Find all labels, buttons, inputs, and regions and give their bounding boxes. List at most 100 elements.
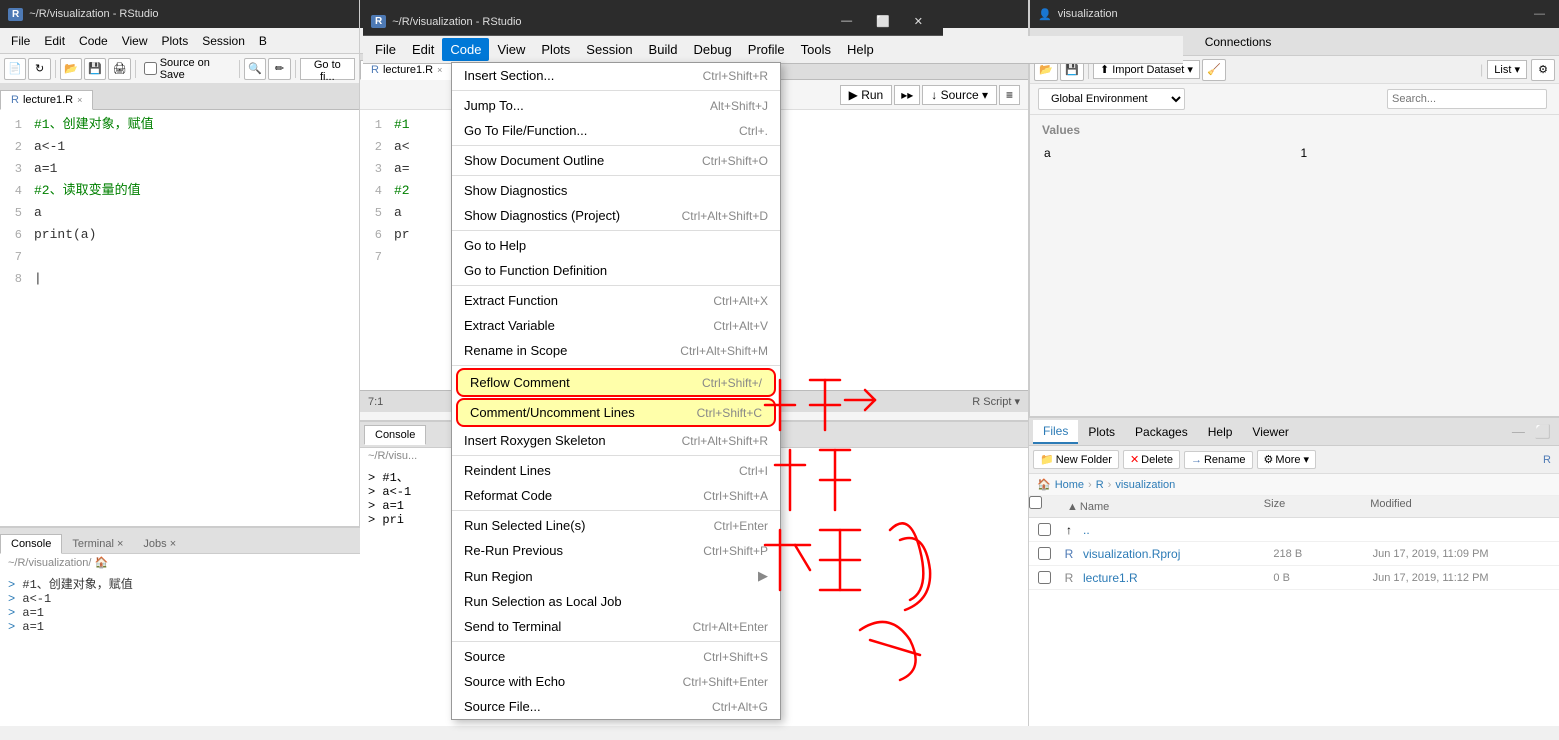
- env-selector-bar: Global Environment: [1030, 84, 1559, 115]
- menu-source-file[interactable]: Source File... Ctrl+Alt+G: [452, 694, 780, 719]
- menu-source-echo[interactable]: Source with Echo Ctrl+Shift+Enter: [452, 669, 780, 694]
- breadcrumb-home[interactable]: Home: [1055, 479, 1084, 491]
- list-btn[interactable]: List ▾: [1487, 60, 1527, 79]
- menu-plots[interactable]: Plots: [155, 31, 196, 51]
- checkbox-lecture1[interactable]: [1038, 571, 1051, 584]
- console-body[interactable]: > #1、创建对象，赋值 > a<-1 > a=1 > a=1: [0, 571, 360, 638]
- tab-close-btn[interactable]: ×: [77, 95, 82, 105]
- new-file-btn[interactable]: 📄: [4, 58, 26, 80]
- more-files-btn[interactable]: ⚙ More ▾: [1257, 450, 1317, 469]
- overlay-menu-help[interactable]: Help: [839, 38, 882, 61]
- overlay-close-btn[interactable]: ✕: [902, 15, 935, 28]
- menu-run-selected[interactable]: Run Selected Line(s) Ctrl+Enter: [452, 513, 780, 538]
- overlay-max-btn[interactable]: ⬜: [864, 15, 902, 28]
- tab-help[interactable]: Help: [1198, 421, 1243, 443]
- menu-send-terminal[interactable]: Send to Terminal Ctrl+Alt+Enter: [452, 614, 780, 639]
- menu-file[interactable]: File: [4, 31, 37, 51]
- menu-reformat-code[interactable]: Reformat Code Ctrl+Shift+A: [452, 483, 780, 508]
- run-arrow-btn[interactable]: ▸▸: [894, 85, 920, 105]
- refresh-btn[interactable]: ↻: [28, 58, 50, 80]
- goto-btn[interactable]: Go to fi...: [300, 58, 355, 80]
- print-btn[interactable]: 🖨: [108, 58, 130, 80]
- menu-show-diagnostics[interactable]: Show Diagnostics: [452, 178, 780, 203]
- menu-extract-function[interactable]: Extract Function Ctrl+Alt+X: [452, 288, 780, 313]
- tab-console[interactable]: Console: [0, 534, 62, 554]
- col-header-modified[interactable]: Modified: [1362, 496, 1559, 517]
- menu-insert-roxygen[interactable]: Insert Roxygen Skeleton Ctrl+Alt+Shift+R: [452, 428, 780, 453]
- breadcrumb-visualization[interactable]: visualization: [1115, 479, 1175, 491]
- menu-goto-file[interactable]: Go To File/Function... Ctrl+.: [452, 118, 780, 143]
- menu-rerun-previous[interactable]: Re-Run Previous Ctrl+Shift+P: [452, 538, 780, 563]
- overlay-menu-debug[interactable]: Debug: [685, 38, 739, 61]
- menu-show-outline[interactable]: Show Document Outline Ctrl+Shift+O: [452, 148, 780, 173]
- tab-connections[interactable]: Connections: [1191, 31, 1286, 53]
- files-collapse-btn[interactable]: —: [1506, 424, 1531, 439]
- tab-plots[interactable]: Plots: [1078, 421, 1125, 443]
- breadcrumb-r[interactable]: R: [1096, 479, 1104, 491]
- checkbox-parent[interactable]: [1038, 523, 1051, 536]
- menu-run-local-job[interactable]: Run Selection as Local Job: [452, 589, 780, 614]
- rproj-link[interactable]: visualization.Rproj: [1083, 547, 1180, 561]
- files-expand-btn[interactable]: ⬜: [1531, 424, 1555, 440]
- overlay-menu-file[interactable]: File: [367, 38, 404, 61]
- menu-edit[interactable]: Edit: [37, 31, 72, 51]
- menu-source[interactable]: Source Ctrl+Shift+S: [452, 644, 780, 669]
- tab-packages[interactable]: Packages: [1125, 421, 1198, 443]
- source-btn[interactable]: ↓ Source ▾: [922, 85, 997, 105]
- menu-rename-scope[interactable]: Rename in Scope Ctrl+Alt+Shift+M: [452, 338, 780, 363]
- checkbox-rproj[interactable]: [1038, 547, 1051, 560]
- tab-console-mid[interactable]: Console: [364, 425, 426, 445]
- clear-env-btn[interactable]: 🧹: [1202, 59, 1226, 81]
- overlay-menu-plots[interactable]: Plots: [533, 38, 578, 61]
- overlay-menu-code[interactable]: Code: [442, 38, 489, 61]
- menu-b[interactable]: B: [252, 31, 274, 51]
- menu-goto-funcdef[interactable]: Go to Function Definition: [452, 258, 780, 283]
- middle-tab-close[interactable]: ×: [437, 65, 442, 75]
- save-btn[interactable]: 💾: [84, 58, 106, 80]
- run-btn[interactable]: ▶ Run: [840, 85, 893, 105]
- overlay-menu-build[interactable]: Build: [641, 38, 686, 61]
- right-options-btn[interactable]: ⚙: [1531, 59, 1555, 81]
- menu-extract-variable[interactable]: Extract Variable Ctrl+Alt+V: [452, 313, 780, 338]
- tab-terminal[interactable]: Terminal ×: [62, 535, 133, 553]
- tab-files[interactable]: Files: [1033, 420, 1078, 444]
- open-btn[interactable]: 📂: [60, 58, 82, 80]
- search-btn[interactable]: 🔍: [244, 58, 266, 80]
- menu-goto-help[interactable]: Go to Help: [452, 233, 780, 258]
- menu-reindent[interactable]: Reindent Lines Ctrl+I: [452, 458, 780, 483]
- line-content-8[interactable]: |: [30, 268, 359, 290]
- tab-lecture1[interactable]: R lecture1.R ×: [0, 90, 93, 110]
- col-header-size[interactable]: Size: [1256, 496, 1362, 517]
- menu-code[interactable]: Code: [72, 31, 115, 51]
- new-folder-btn[interactable]: 📁 New Folder: [1033, 450, 1119, 469]
- menu-view[interactable]: View: [115, 31, 155, 51]
- tab-jobs[interactable]: Jobs ×: [133, 535, 186, 553]
- parent-dir-link[interactable]: ..: [1083, 523, 1090, 537]
- menu-insert-section[interactable]: Insert Section... Ctrl+Shift+R: [452, 63, 780, 88]
- select-all-checkbox[interactable]: [1029, 496, 1042, 509]
- overlay-menu-tools[interactable]: Tools: [793, 38, 839, 61]
- overlay-menu-profile[interactable]: Profile: [740, 38, 793, 61]
- overlay-menu-edit[interactable]: Edit: [404, 38, 442, 61]
- env-dropdown[interactable]: Global Environment: [1038, 88, 1185, 110]
- menu-reflow-comment[interactable]: Reflow Comment Ctrl+Shift+/: [456, 368, 776, 397]
- env-search-input[interactable]: [1387, 89, 1547, 109]
- menu-session[interactable]: Session: [195, 31, 252, 51]
- overlay-min-btn[interactable]: —: [829, 15, 864, 28]
- delete-btn[interactable]: ✕ Delete: [1123, 450, 1180, 469]
- tab-viewer[interactable]: Viewer: [1242, 421, 1298, 443]
- source-on-save-checkbox[interactable]: [144, 62, 157, 75]
- menu-run-region[interactable]: Run Region ▶: [452, 563, 780, 589]
- menu-jump-to[interactable]: Jump To... Alt+Shift+J: [452, 93, 780, 118]
- overlay-menu-view[interactable]: View: [489, 38, 533, 61]
- more-btn[interactable]: ≡: [999, 85, 1020, 105]
- rename-btn[interactable]: → Rename: [1184, 451, 1253, 469]
- source-shortcut: Ctrl+Shift+S: [703, 650, 768, 664]
- edit-btn[interactable]: ✏: [268, 58, 290, 80]
- right-collapse-btn[interactable]: —: [1528, 8, 1551, 20]
- menu-comment-uncomment[interactable]: Comment/Uncomment Lines Ctrl+Shift+C: [456, 398, 776, 427]
- menu-show-diag-project[interactable]: Show Diagnostics (Project) Ctrl+Alt+Shif…: [452, 203, 780, 228]
- lecture1-link[interactable]: lecture1.R: [1083, 571, 1138, 585]
- overlay-menu-session[interactable]: Session: [578, 38, 640, 61]
- col-name-label[interactable]: Name: [1080, 501, 1109, 513]
